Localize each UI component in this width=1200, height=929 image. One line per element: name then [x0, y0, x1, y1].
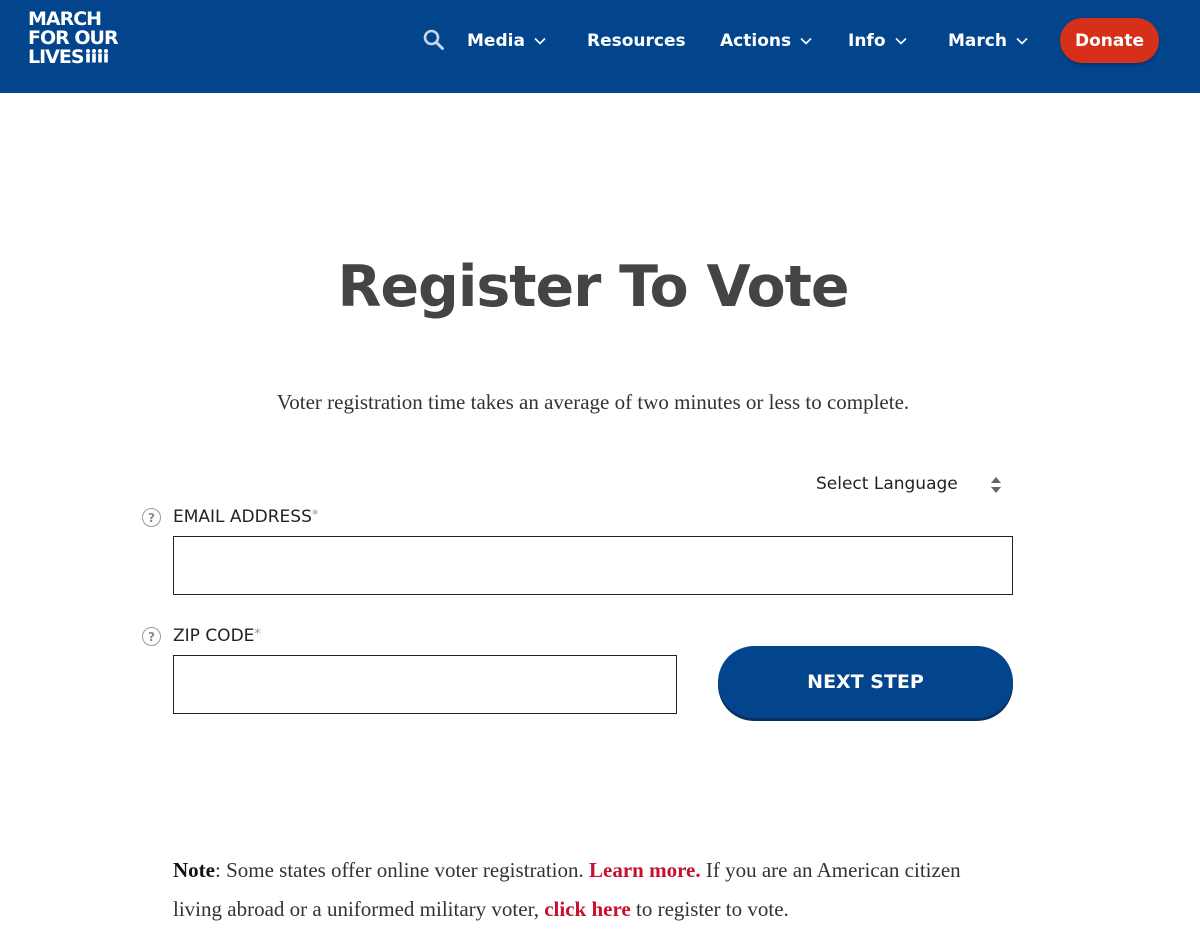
nav-info-label: Info [848, 31, 886, 51]
note-lead: Note [173, 858, 215, 882]
note-text-1: : Some states offer online voter registr… [214, 858, 590, 882]
site-header: MARCH FOR OUR LIVES Media Resources Acti… [0, 0, 1200, 93]
registration-note: Note: Some states offer online voter reg… [173, 851, 1013, 929]
chevron-down-icon [534, 37, 546, 45]
nav-march[interactable]: March [948, 28, 1028, 54]
email-label: EMAIL ADDRESS* [173, 506, 318, 528]
email-label-text: EMAIL ADDRESS [173, 507, 312, 527]
nav-resources[interactable]: Resources [587, 28, 686, 54]
zip-label-text: ZIP CODE [173, 626, 255, 646]
chevron-down-icon [800, 37, 812, 45]
email-help-icon[interactable]: ? [142, 508, 161, 527]
note-text-3: to register to vote. [630, 897, 789, 921]
nav-actions-label: Actions [720, 31, 792, 51]
required-marker: * [311, 508, 319, 523]
nav-actions[interactable]: Actions [720, 28, 812, 54]
language-select[interactable]: Select Language [808, 470, 1013, 500]
zip-help-icon[interactable]: ? [142, 627, 161, 646]
next-step-button[interactable]: NEXT STEP [718, 646, 1013, 718]
chevron-down-icon [1016, 37, 1028, 45]
chevron-down-icon [894, 37, 907, 45]
learn-more-link[interactable]: Learn more. [589, 858, 701, 882]
nav-resources-label: Resources [587, 31, 686, 51]
zip-label: ZIP CODE* [173, 625, 261, 647]
logo-line-3: LIVES [28, 46, 85, 68]
donate-button[interactable]: Donate [1060, 18, 1159, 63]
nav-march-label: March [948, 31, 1007, 51]
nav-info[interactable]: Info [848, 28, 907, 54]
march-for-our-lives-logo[interactable]: MARCH FOR OUR LIVES [28, 10, 119, 70]
people-figures-icon [85, 48, 111, 64]
click-here-link[interactable]: click here [544, 897, 631, 921]
nav-media-label: Media [467, 31, 525, 51]
nav-media[interactable]: Media [467, 28, 546, 54]
zip-code-field[interactable] [173, 655, 677, 714]
sort-arrows-icon [990, 476, 1002, 494]
page-title: Register To Vote [337, 254, 849, 320]
required-marker: * [254, 627, 261, 642]
language-select-label: Select Language [816, 474, 958, 494]
email-field[interactable] [173, 536, 1013, 595]
search-icon[interactable] [423, 29, 445, 51]
page-subtitle: Voter registration time takes an average… [276, 390, 910, 414]
